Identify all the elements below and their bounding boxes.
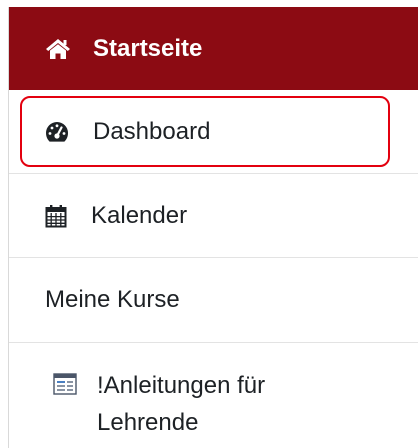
dashboard-icon	[45, 121, 69, 143]
nav-item-meine-kurse[interactable]: Meine Kurse	[9, 258, 418, 343]
nav-item-label: Dashboard	[93, 117, 211, 145]
nav-item-course[interactable]: !Anleitungen für Lehrende	[9, 343, 418, 448]
nav-item-label: Kalender	[91, 201, 188, 229]
nav-item-label: !Anleitungen für Lehrende	[97, 372, 266, 437]
nav-item-label: Meine Kurse	[45, 286, 180, 314]
nav-item-kalender[interactable]: Kalender	[9, 174, 418, 258]
calendar-icon	[45, 204, 67, 228]
course-icon	[53, 373, 77, 395]
nav-item-startseite[interactable]: Startseite	[9, 7, 418, 90]
nav-item-label: Startseite	[93, 34, 203, 62]
nav-item-dashboard[interactable]: Dashboard	[9, 90, 418, 174]
sidebar-navigation: Startseite Dashboard Kalender Meine Kurs…	[8, 7, 418, 448]
home-icon	[45, 38, 71, 60]
